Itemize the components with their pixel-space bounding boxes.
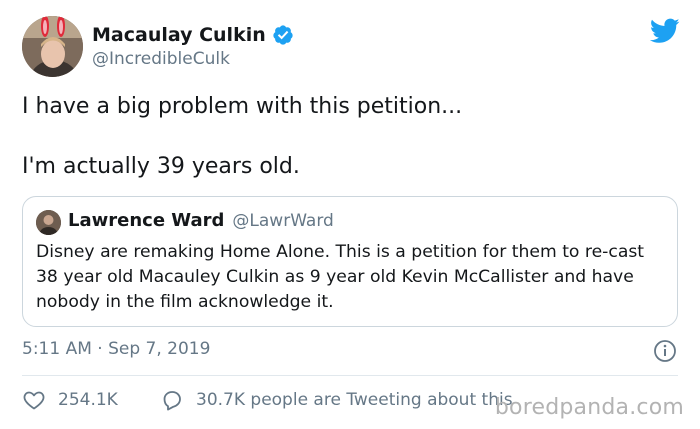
author-display-name[interactable]: Macaulay Culkin [92,24,266,46]
verified-badge-icon [272,24,294,46]
twitter-bird-icon[interactable] [649,18,680,44]
tweeting-about-text: 30.7K people are Tweeting about this [196,390,513,410]
speech-bubble-icon [160,388,184,412]
quoted-author-row: Lawrence Ward @LawrWard [68,210,334,231]
watermark: boredpanda.com [494,395,684,420]
like-button[interactable]: 254.1K [22,388,118,412]
quoted-tweet-text: Disney are remaking Home Alone. This is … [36,242,645,312]
author-handle[interactable]: @IncredibleCulk [92,49,230,69]
tweeting-about-link[interactable]: 30.7K people are Tweeting about this [160,388,513,412]
avatar-photo [22,16,83,77]
info-icon[interactable] [653,339,677,363]
tweet-timestamp[interactable]: 5:11 AM · Sep 7, 2019 [22,339,210,359]
action-divider [22,375,678,376]
tweet-text-line: I have a big problem with this petition.… [22,94,463,119]
heart-icon [22,388,46,412]
quoted-author-name[interactable]: Lawrence Ward [68,210,224,231]
quoted-author-handle[interactable]: @LawrWard [232,211,333,231]
tweet-body: I have a big problem with this petition.… [22,92,672,182]
tweet-text-line: I'm actually 39 years old. [22,154,300,179]
author-avatar[interactable] [22,16,83,77]
quoted-tweet[interactable]: Lawrence Ward @LawrWard Disney are remak… [22,196,678,327]
quoted-author-avatar[interactable] [36,210,61,235]
like-count: 254.1K [58,390,118,410]
quoted-avatar-photo [36,210,61,235]
tweet-card: Macaulay Culkin @IncredibleCulk I have a… [0,0,700,429]
author-name-row: Macaulay Culkin [92,22,294,48]
